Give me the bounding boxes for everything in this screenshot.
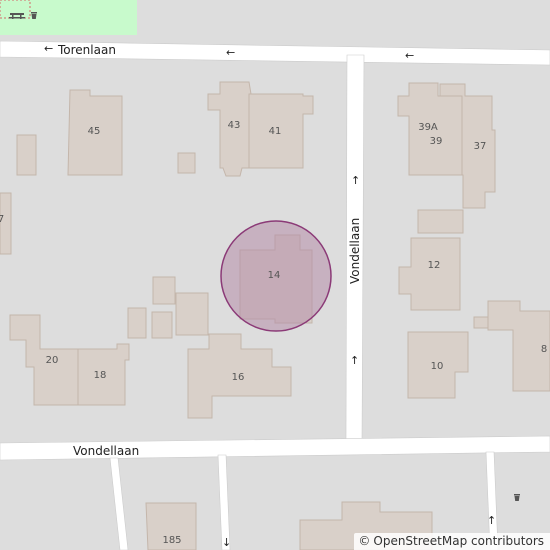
building-shed-e [151,311,173,339]
oneway-arrow-up-1: ↑ [351,174,360,187]
street-label-vondellaan-vertical: Vondellaan [348,218,362,284]
oneway-arrow-down-1: ↓ [222,536,231,549]
oneway-arrow-up-3: ↑ [487,514,496,527]
house-number-39: 39 [430,136,443,147]
house-number-41: 41 [269,126,282,137]
oneway-arrow-up-2: ↑ [350,354,359,367]
building-small-left [16,134,37,176]
map-attribution[interactable]: © OpenStreetMap contributors [354,533,550,550]
building-shed-d [127,307,147,339]
house-number-10: 10 [431,361,444,372]
building-shed-c [175,292,209,336]
building-shed-a [177,152,196,174]
house-number-185: 185 [162,535,181,546]
oneway-arrow-left-1: ← [44,42,53,55]
street-label-vondellaan-bottom: Vondellaan [73,444,139,458]
house-number-43: 43 [228,120,241,131]
building-shed-f [473,316,489,329]
house-number-18: 18 [94,370,107,381]
house-number-12: 12 [428,260,441,271]
house-number-39a: 39A [418,122,438,133]
house-number-7: 7 [0,214,4,225]
house-number-37: 37 [474,141,487,152]
building-annex-37 [417,209,464,234]
building-shed-b [152,276,176,305]
house-number-8: 8 [541,344,547,355]
oneway-arrow-left-2: ← [226,46,235,59]
house-number-20: 20 [46,355,59,366]
house-number-14: 14 [268,270,281,281]
house-number-16: 16 [232,372,245,383]
oneway-arrow-left-3: ← [405,49,414,62]
street-label-torenlaan: Torenlaan [57,43,116,57]
map-view[interactable]: Torenlaan Vondellaan Vondellaan ← ← ← ↑ … [0,0,550,550]
map-canvas: Torenlaan Vondellaan Vondellaan ← ← ← ↑ … [0,0,550,550]
house-number-45: 45 [88,126,101,137]
attribution-link[interactable]: OpenStreetMap contributors [373,534,544,548]
copyright-symbol: © [358,534,371,548]
